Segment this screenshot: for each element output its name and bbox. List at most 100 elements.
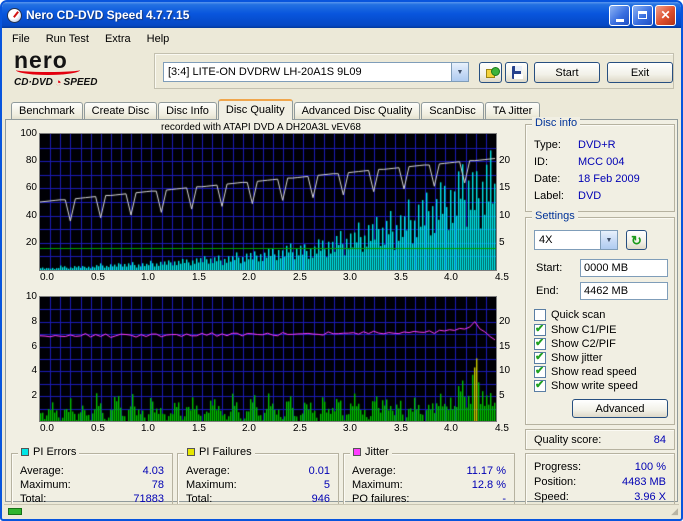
status-bar: ◢ [4, 504, 679, 517]
speed-label: Speed: [534, 491, 569, 503]
start-button[interactable]: Start [534, 62, 600, 83]
product-suffix: SPEED [63, 77, 98, 88]
app-icon [7, 7, 22, 23]
checkbox-box[interactable]: ✔ [534, 364, 546, 378]
tab-create-disc[interactable]: Create Disc [83, 102, 158, 120]
chevron-down-icon: ▼ [456, 68, 464, 76]
menu-item-extra[interactable]: Extra [97, 31, 139, 47]
checkbox-label: Show C2/PIF [551, 337, 616, 350]
end-position-label: End: [536, 285, 559, 297]
close-button[interactable]: ✕ [655, 4, 676, 26]
position-value: 4483 MB [621, 476, 666, 488]
checkbox-label: Show write speed [551, 379, 638, 392]
jitter-panel-legend: Jitter [350, 446, 392, 458]
tab-scandisc[interactable]: ScanDisc [421, 102, 484, 120]
product-prefix: CD·DVD [14, 77, 53, 88]
stat-label: Maximum: [20, 479, 71, 491]
pi-failures-panel: PI Failures Average: 0.01 Maximum: 5 Total… [177, 446, 339, 510]
checkbox-box[interactable]: ✔ [534, 337, 546, 350]
speedometer-icon: ◔ [54, 76, 62, 89]
disc-info-value: MCC 004 [578, 156, 625, 168]
disc-info-label: Date: [534, 173, 561, 185]
stat-label: Maximum: [352, 479, 403, 491]
tab-advanced-disc-quality[interactable]: Advanced Disc Quality [293, 102, 421, 120]
tab-disc-info[interactable]: Disc Info [158, 102, 217, 120]
stat-value: 4.03 [142, 465, 164, 477]
nero-brand-text: nero [14, 47, 68, 73]
check-icon: ✔ [535, 364, 545, 377]
tab-benchmark[interactable]: Benchmark [11, 102, 83, 120]
recorded-with-text: recorded with ATAPI DVD A DH20A3L vEV68 [161, 122, 361, 133]
disc-info-title: Disc info [532, 117, 581, 129]
right-panel: Disc info Type: DVD+R ID: MCC 004 Date: 18 … [525, 117, 675, 510]
pi-errors-panel-legend: PI Errors [18, 446, 80, 458]
checkbox-quick-scan[interactable]: ✔ Quick scan [534, 308, 605, 321]
nero-product-text: CD·DVD ◔ SPEED [14, 77, 154, 88]
pi-errors-swatch-icon [21, 448, 29, 456]
title-bar[interactable]: Nero CD-DVD Speed 4.7.7.15 ✕ [2, 2, 681, 28]
checkbox-box[interactable]: ✔ [534, 323, 546, 336]
menu-item-help[interactable]: Help [139, 31, 178, 47]
start-position-input[interactable] [580, 259, 668, 277]
menu-item-run-test[interactable]: Run Test [38, 31, 97, 47]
disc-info-label: Type: [534, 139, 561, 151]
options-button[interactable] [479, 62, 502, 83]
position-label: Position: [534, 476, 577, 488]
progress-label: Progress: [534, 461, 582, 473]
tab-strip: Benchmark Create Disc Disc Info Disc Qua… [11, 99, 541, 120]
save-icon [512, 66, 523, 79]
drive-select-arrow-button[interactable]: ▼ [451, 63, 468, 81]
maximize-button[interactable] [632, 4, 653, 26]
maximize-icon [638, 11, 647, 19]
advanced-button[interactable]: Advanced [572, 399, 668, 418]
chevron-down-icon: ▼ [605, 236, 613, 244]
exit-button[interactable]: Exit [607, 62, 673, 83]
checkbox-show-c1-pie[interactable]: ✔ Show C1/PIE [534, 323, 616, 336]
quality-score-label: Quality score: [534, 433, 602, 446]
checkbox-box[interactable]: ✔ [534, 351, 546, 364]
disc-info-label: ID: [534, 156, 549, 168]
checkbox-show-read-speed[interactable]: ✔ Show read speed [534, 365, 637, 378]
speed-value: 3.96 X [634, 491, 666, 503]
tab-disc-quality[interactable]: Disc Quality [217, 99, 293, 120]
stat-value: 12.8 % [471, 479, 506, 491]
checkbox-show-jitter[interactable]: ✔ Show jitter [534, 351, 602, 364]
speed-select[interactable]: 4X ▼ [534, 230, 618, 250]
minimize-icon [615, 18, 624, 22]
disc-info-value: DVD [578, 190, 602, 202]
speed-select-arrow-button[interactable]: ▼ [600, 231, 617, 249]
stat-label: Average: [20, 465, 64, 477]
settings-title: Settings [532, 210, 578, 222]
end-position-input[interactable] [580, 282, 668, 300]
pi-errors-chart: 100 80 60 40 20 20 15 10 5 0.0 0.5 1.0 1.5 2.0 2.5 3.… [16, 128, 518, 285]
app-window: Nero CD-DVD Speed 4.7.7.15 ✕ File Run Te… [0, 0, 683, 521]
jitter-panel: Jitter Average: 11.17 % Maximum: 12.8 % PO… [343, 446, 515, 510]
drive-select[interactable]: [3:4] LITE-ON DVDRW LH-20A1S 9L09 ▼ [163, 62, 469, 82]
pi-errors-panel: PI Errors Average: 4.03 Maximum: 78 Total:… [11, 446, 173, 510]
checkbox-label: Quick scan [551, 308, 606, 321]
pi-failures-x-axis: 0.0 0.5 1.0 1.5 2.0 2.5 3.0 3.5 4.0 4.5 [40, 423, 509, 434]
quality-score-panel: Quality score: 84 [525, 429, 675, 450]
checkbox-show-write-speed[interactable]: ✔ Show write speed [534, 379, 638, 392]
pi-failures-left-axis: 10 8 6 4 2 [25, 291, 37, 401]
disc-quality-page: recorded with ATAPI DVD A DH20A3L vEV68 … [5, 117, 678, 510]
menu-item-file[interactable]: File [4, 31, 38, 47]
progress-value: 100 % [634, 461, 666, 473]
pi-errors-x-axis: 0.0 0.5 1.0 1.5 2.0 2.5 3.0 3.5 4.0 4.5 [40, 272, 509, 283]
disc-info-label: Label: [534, 190, 564, 202]
resize-grip[interactable]: ◢ [671, 506, 678, 517]
stat-value: 78 [151, 479, 164, 491]
reload-disc-button[interactable]: ↻ [626, 230, 647, 250]
pi-errors-panel-title: PI Errors [33, 446, 77, 458]
save-button[interactable] [505, 62, 528, 83]
disc-info-value: DVD+R [578, 139, 616, 151]
start-position-label: Start: [536, 262, 563, 274]
minimize-button[interactable] [609, 4, 630, 26]
pi-errors-chart-canvas [39, 133, 497, 271]
checkbox-box[interactable]: ✔ [534, 308, 546, 321]
pi-failures-panel-legend: PI Failures [184, 446, 255, 458]
drive-select-value: [3:4] LITE-ON DVDRW LH-20A1S 9L09 [168, 66, 362, 78]
jitter-swatch-icon [353, 448, 361, 456]
checkbox-box[interactable]: ✔ [534, 379, 546, 392]
checkbox-show-c2-pif[interactable]: ✔ Show C2/PIF [534, 337, 616, 350]
